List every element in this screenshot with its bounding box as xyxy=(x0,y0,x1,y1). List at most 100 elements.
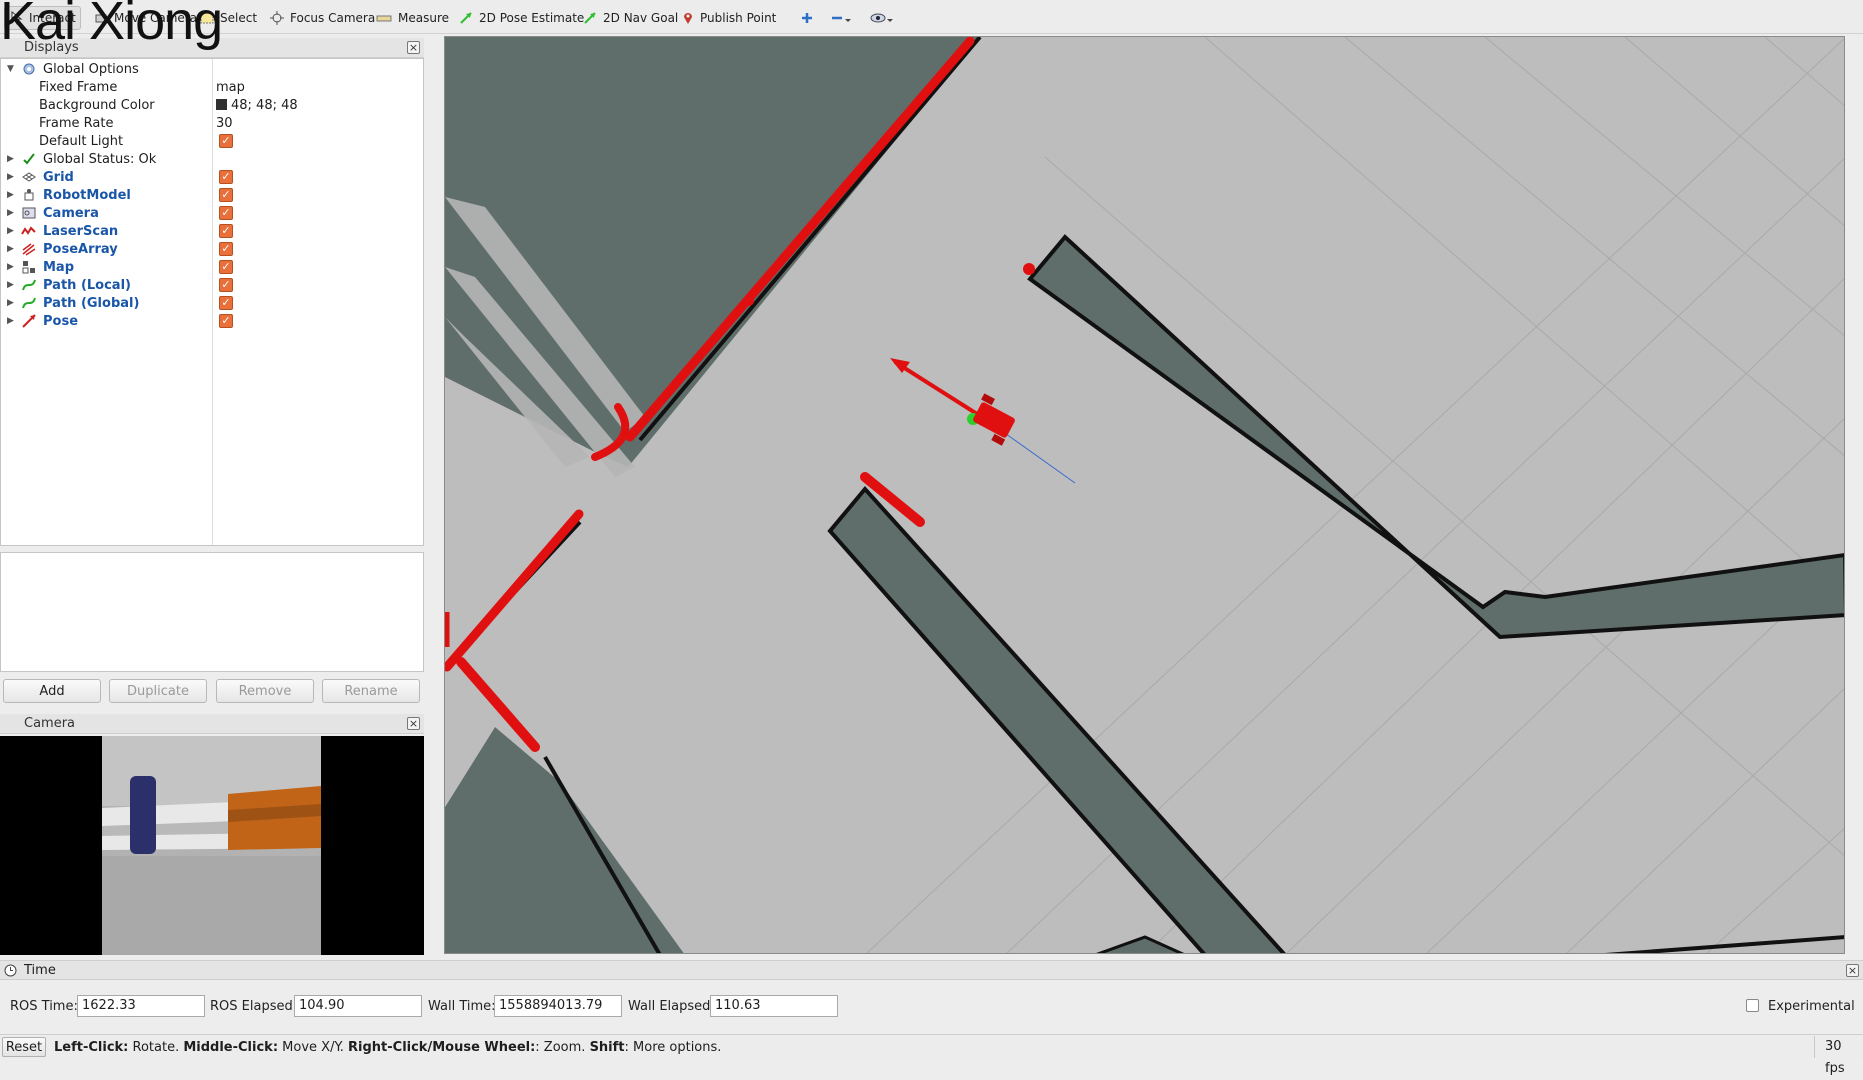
ros-elapsed-field[interactable]: 104.90 xyxy=(294,995,422,1017)
tree-row-fixed-frame[interactable]: Fixed Frame map xyxy=(1,78,423,96)
select-tool-label: Select xyxy=(220,11,258,25)
clock-icon xyxy=(4,964,17,977)
expand-arrow-icon[interactable]: ▶ xyxy=(7,154,14,164)
hint-right-click-key: Right-Click/Mouse Wheel: xyxy=(348,1040,536,1055)
rename-button[interactable]: Rename xyxy=(322,679,420,703)
tree-row-display-item[interactable]: ▶ Map ✓ xyxy=(1,258,423,276)
nav-goal-tool-label: 2D Nav Goal xyxy=(603,11,679,25)
frame-rate-label: Frame Rate xyxy=(39,115,114,131)
display-enabled-checkbox[interactable]: ✓ xyxy=(219,170,233,184)
expand-arrow-icon[interactable]: ▶ xyxy=(7,226,14,236)
ros-time-label: ROS Time: xyxy=(10,999,78,1014)
expand-arrow-icon[interactable]: ▶ xyxy=(7,244,14,254)
focus-camera-tool-button[interactable]: Focus Camera xyxy=(266,6,379,30)
display-enabled-checkbox[interactable]: ✓ xyxy=(219,296,233,310)
tree-row-display-item[interactable]: ▶ Pose ✓ xyxy=(1,312,423,330)
background-color-value: 48; 48; 48 xyxy=(231,97,298,113)
hint-middle-click-key: Middle-Click: xyxy=(183,1040,279,1055)
tree-row-display-item[interactable]: ▶ PoseArray ✓ xyxy=(1,240,423,258)
expand-arrow-icon[interactable]: ▶ xyxy=(7,298,14,308)
camera-close-icon[interactable]: × xyxy=(407,717,420,730)
experimental-label: Experimental xyxy=(1768,999,1855,1014)
hint-shift: : More options. xyxy=(624,1040,722,1055)
display-enabled-checkbox[interactable]: ✓ xyxy=(219,260,233,274)
pose-estimate-icon xyxy=(460,12,472,24)
duplicate-button[interactable]: Duplicate xyxy=(109,679,207,703)
experimental-checkbox[interactable] xyxy=(1746,999,1759,1012)
hint-shift-key: Shift xyxy=(589,1040,625,1055)
rviz-3d-view[interactable]: ◀ xyxy=(444,36,1845,954)
tree-row-display-item[interactable]: ▶ LaserScan ✓ xyxy=(1,222,423,240)
display-enabled-checkbox[interactable]: ✓ xyxy=(219,206,233,220)
expand-arrow-icon[interactable]: ▶ xyxy=(7,316,14,326)
global-options-label: Global Options xyxy=(43,61,139,77)
wall-time-field[interactable]: 1558894013.79 xyxy=(494,995,622,1017)
fps-readout: 30 fps xyxy=(1814,1036,1863,1076)
display-enabled-checkbox[interactable]: ✓ xyxy=(219,224,233,238)
time-close-icon[interactable]: × xyxy=(1846,964,1859,977)
pose-estimate-tool-label: 2D Pose Estimate xyxy=(479,11,585,25)
display-item-label: Grid xyxy=(43,169,74,185)
tree-row-display-item[interactable]: ▶ Path (Local) ✓ xyxy=(1,276,423,294)
expand-arrow-icon[interactable]: ▶ xyxy=(7,280,14,290)
tree-row-display-item[interactable]: ▶ RobotModel ✓ xyxy=(1,186,423,204)
display-item-label: Path (Local) xyxy=(43,277,131,293)
overlay-name-text: Kai Xiong xyxy=(0,0,223,51)
time-panel-title: Time × xyxy=(0,960,1863,980)
expand-arrow-icon[interactable]: ▶ xyxy=(7,172,14,182)
fixed-frame-value[interactable]: map xyxy=(216,80,245,95)
remove-button[interactable]: Remove xyxy=(216,679,314,703)
default-light-label: Default Light xyxy=(39,133,124,149)
camera-title-text: Camera xyxy=(24,716,76,731)
frame-rate-value[interactable]: 30 xyxy=(216,116,233,131)
remove-tool-dropdown[interactable] xyxy=(826,6,856,30)
display-enabled-checkbox[interactable]: ✓ xyxy=(219,278,233,292)
display-enabled-checkbox[interactable]: ✓ xyxy=(219,188,233,202)
robot-model-icon xyxy=(21,187,37,203)
add-tool-button[interactable] xyxy=(796,6,818,30)
path-icon xyxy=(21,295,37,311)
hint-right-click: : Zoom. xyxy=(535,1040,590,1055)
ros-time-field[interactable]: 1622.33 xyxy=(77,995,205,1017)
displays-close-icon[interactable]: × xyxy=(407,41,420,54)
display-enabled-checkbox[interactable]: ✓ xyxy=(219,242,233,256)
gear-icon xyxy=(21,61,37,77)
expand-arrow-icon[interactable]: ▼ xyxy=(7,64,14,74)
map-icon xyxy=(21,259,37,275)
pose-array-icon xyxy=(21,241,37,257)
camera-image-view[interactable] xyxy=(0,736,424,955)
publish-point-tool-button[interactable]: Publish Point xyxy=(678,6,780,30)
tree-row-global-options[interactable]: ▼ Global Options xyxy=(1,60,423,78)
hint-left-click: Rotate. xyxy=(128,1040,184,1055)
tree-row-frame-rate[interactable]: Frame Rate 30 xyxy=(1,114,423,132)
wall-elapsed-field[interactable]: 110.63 xyxy=(710,995,838,1017)
tree-row-display-item[interactable]: ▶ Path (Global) ✓ xyxy=(1,294,423,312)
tree-row-default-light[interactable]: Default Light ✓ xyxy=(1,132,423,150)
display-enabled-checkbox[interactable]: ✓ xyxy=(219,314,233,328)
nav-goal-tool-button[interactable]: 2D Nav Goal xyxy=(579,6,682,30)
expand-arrow-icon[interactable]: ▶ xyxy=(7,190,14,200)
display-item-label: LaserScan xyxy=(43,223,119,239)
display-item-label: RobotModel xyxy=(43,187,131,203)
background-color-label: Background Color xyxy=(39,97,155,113)
publish-point-icon xyxy=(684,13,692,24)
background-color-value-cell[interactable]: 48; 48; 48 xyxy=(216,98,298,113)
displays-tree: ▼ Global Options Fixed Frame map Backgro… xyxy=(0,58,424,546)
eye-icon xyxy=(870,13,893,23)
tree-row-background-color[interactable]: Background Color 48; 48; 48 xyxy=(1,96,423,114)
reset-button[interactable]: Reset xyxy=(2,1037,46,1057)
add-button[interactable]: Add xyxy=(3,679,101,703)
pose-estimate-tool-button[interactable]: 2D Pose Estimate xyxy=(455,6,588,30)
tree-row-display-item[interactable]: ▶ Grid ✓ xyxy=(1,168,423,186)
pose-icon xyxy=(21,313,37,329)
expand-arrow-icon[interactable]: ▶ xyxy=(7,208,14,218)
camera-icon xyxy=(21,205,37,221)
tree-row-display-item[interactable]: ▶ Camera ✓ xyxy=(1,204,423,222)
expand-arrow-icon[interactable]: ▶ xyxy=(7,262,14,272)
display-description-box xyxy=(0,552,424,672)
default-light-checkbox[interactable]: ✓ xyxy=(219,134,233,148)
view-tool-dropdown[interactable] xyxy=(866,6,898,30)
laser-scan-icon xyxy=(21,223,37,239)
measure-tool-button[interactable]: Measure xyxy=(372,6,453,30)
tree-row-global-status[interactable]: ▶ Global Status: Ok xyxy=(1,150,423,168)
